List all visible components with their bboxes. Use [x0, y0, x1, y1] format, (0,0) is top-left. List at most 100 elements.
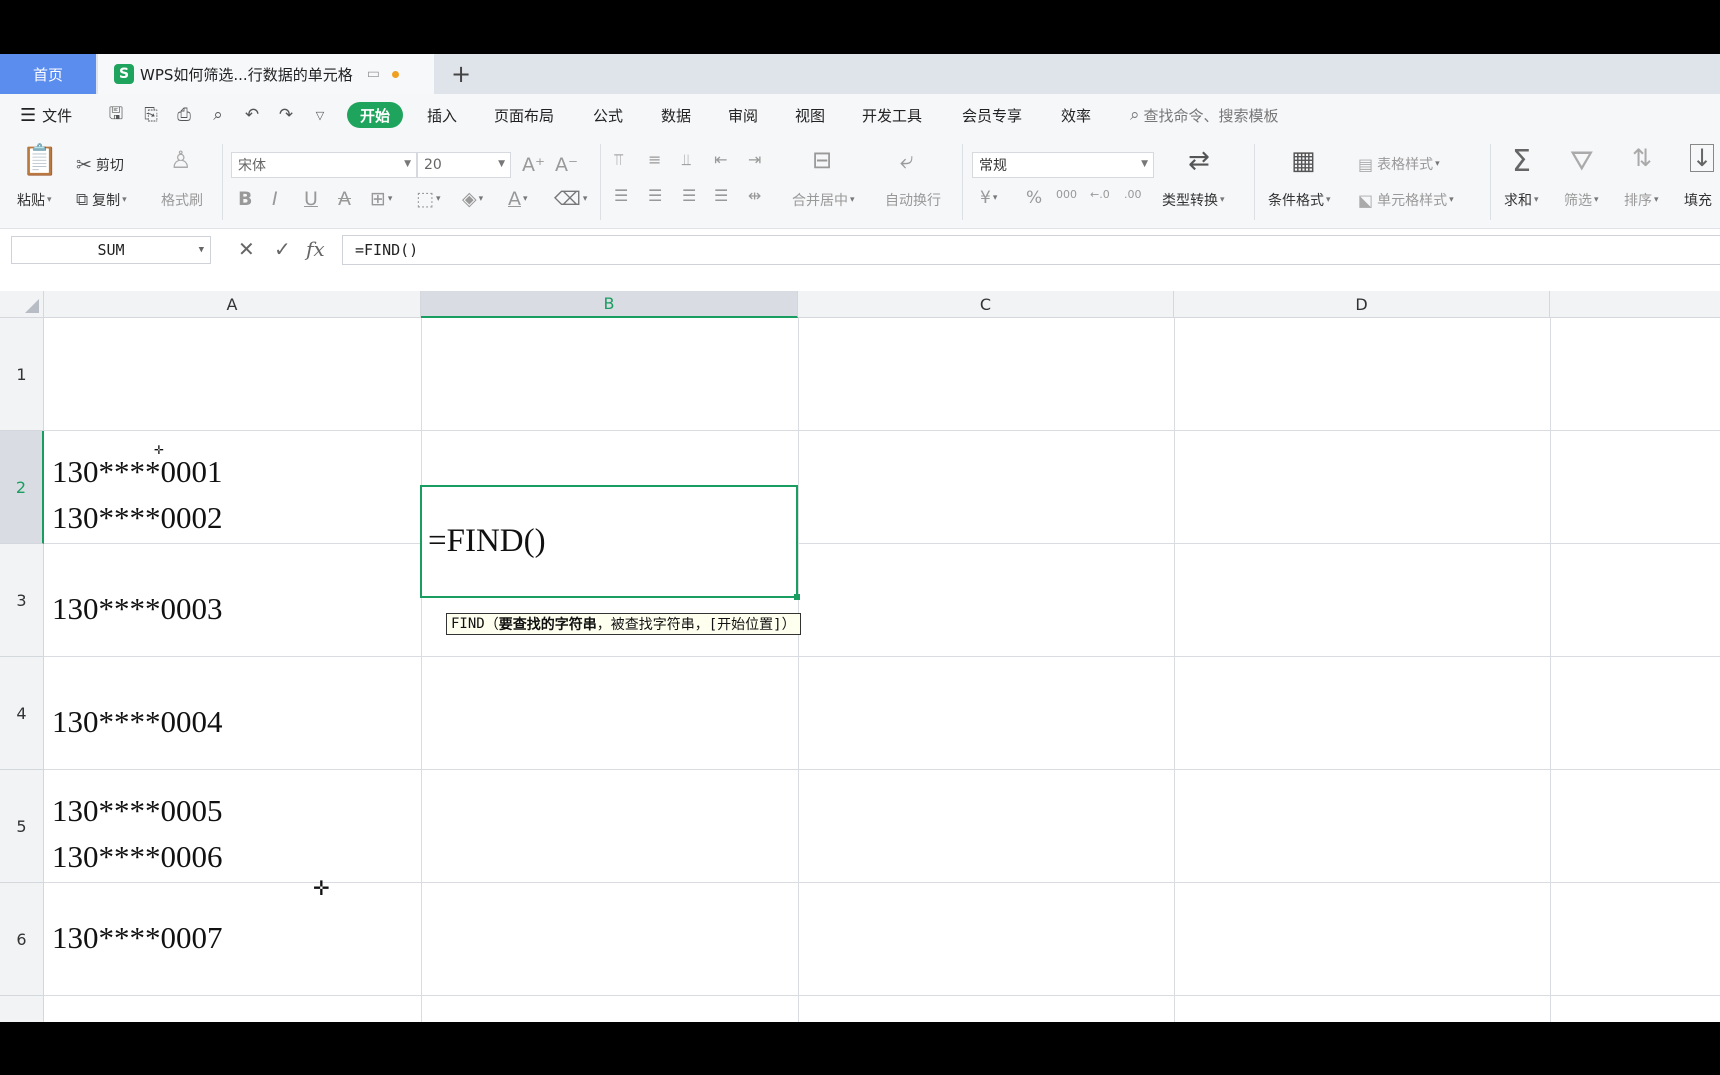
sort-button[interactable]: 排序 ▾: [1624, 190, 1659, 210]
format-painter-label[interactable]: 格式刷: [161, 190, 203, 210]
monitor-icon[interactable]: ▭: [367, 66, 380, 82]
row-header-7[interactable]: [0, 996, 44, 1022]
thousands-separator-icon[interactable]: 000: [1056, 188, 1077, 201]
eraser-icon[interactable]: ⌫ ▾: [554, 188, 587, 210]
cell-style-button[interactable]: ⬕ 单元格样式 ▾: [1358, 190, 1454, 210]
filter-icon[interactable]: ⛛: [1570, 144, 1594, 178]
menu-tab-member[interactable]: 会员专享: [962, 94, 1022, 136]
conditional-format-button[interactable]: 条件格式 ▾: [1268, 190, 1331, 210]
sort-icon[interactable]: ⇅: [1632, 144, 1652, 172]
merge-center-button[interactable]: 合并居中 ▾: [792, 190, 855, 210]
merge-center-icon[interactable]: ⊟: [812, 146, 832, 174]
row-header-3[interactable]: 3: [0, 544, 44, 657]
cell-a3[interactable]: 130****0003: [52, 586, 223, 632]
formula-input[interactable]: =FIND(): [342, 235, 1720, 265]
align-right-icon[interactable]: ☰: [682, 186, 696, 205]
fill-icon[interactable]: ↓: [1690, 144, 1714, 172]
menu-tab-page-layout[interactable]: 页面布局: [494, 94, 554, 136]
name-box[interactable]: SUM ▼: [11, 236, 211, 264]
quick-access-dropdown-icon[interactable]: ▽: [309, 104, 331, 126]
paste-button[interactable]: 📋: [20, 142, 60, 178]
font-size-select[interactable]: 20 ▼: [417, 152, 511, 178]
cut-button[interactable]: ✂ 剪切: [76, 154, 124, 176]
file-menu[interactable]: ☰ 文件: [20, 94, 72, 136]
column-header-c[interactable]: C: [798, 291, 1174, 318]
underline-icon[interactable]: U: [304, 188, 318, 210]
save-icon[interactable]: 🖫: [105, 104, 127, 126]
paste-label[interactable]: 粘贴 ▾: [17, 190, 52, 210]
wrap-text-icon[interactable]: ⤶: [900, 146, 913, 174]
new-tab-button[interactable]: +: [446, 54, 476, 94]
print-preview-icon[interactable]: ⌕: [207, 104, 229, 126]
italic-icon[interactable]: I: [272, 188, 278, 210]
distribute-icon[interactable]: ⇹: [748, 186, 761, 205]
menu-tab-efficiency[interactable]: 效率: [1061, 94, 1091, 136]
row-header-2[interactable]: 2: [0, 431, 44, 544]
redo-icon[interactable]: ↷: [275, 104, 297, 126]
undo-icon[interactable]: ↶: [241, 104, 263, 126]
column-header-a[interactable]: A: [44, 291, 421, 318]
align-bottom-icon[interactable]: ⫫: [682, 150, 691, 170]
tab-document[interactable]: S WPS如何筛选...行数据的单元格 ▭: [98, 54, 434, 94]
column-header-d[interactable]: D: [1174, 291, 1550, 318]
command-search[interactable]: ⌕ 查找命令、搜索模板: [1130, 94, 1279, 136]
cancel-icon[interactable]: ✕: [238, 237, 255, 261]
row-header-1[interactable]: 1: [0, 318, 44, 431]
menu-tab-insert[interactable]: 插入: [427, 94, 457, 136]
format-painter-icon[interactable]: ♙: [170, 146, 192, 174]
border-icon[interactable]: ⊞ ▾: [370, 188, 392, 210]
justify-icon[interactable]: ☰: [714, 186, 728, 205]
table-style-button[interactable]: ▤ 表格样式 ▾: [1358, 154, 1440, 174]
row-header-5[interactable]: 5: [0, 770, 44, 883]
column-header-e[interactable]: [1550, 291, 1720, 318]
cell-a4[interactable]: 130****0004: [52, 699, 223, 745]
increase-decimal-icon[interactable]: ←.0: [1090, 188, 1110, 201]
export-icon[interactable]: ⎘: [140, 104, 162, 126]
fill-handle[interactable]: [794, 594, 800, 600]
cell-a5[interactable]: 130****0005 130****0006: [52, 788, 223, 880]
increase-font-icon[interactable]: A⁺: [522, 154, 545, 176]
confirm-icon[interactable]: ✓: [274, 237, 291, 261]
conditional-format-icon[interactable]: ▦: [1291, 146, 1316, 176]
fill-button[interactable]: 填充: [1684, 190, 1712, 210]
sum-button[interactable]: 求和 ▾: [1504, 190, 1539, 210]
indent-decrease-icon[interactable]: ⇤: [714, 150, 727, 169]
menu-tab-view[interactable]: 视图: [795, 94, 825, 136]
menu-tab-formula[interactable]: 公式: [593, 94, 623, 136]
indent-increase-icon[interactable]: ⇥: [748, 150, 761, 169]
copy-button[interactable]: ⧉ 复制 ▾: [76, 190, 127, 210]
menu-tab-review[interactable]: 审阅: [728, 94, 758, 136]
sum-icon[interactable]: Σ: [1512, 144, 1531, 179]
font-color-icon[interactable]: A ▾: [508, 188, 528, 210]
row-header-6[interactable]: 6: [0, 883, 44, 996]
align-top-icon[interactable]: ⫪: [614, 150, 623, 170]
print-icon[interactable]: ⎙: [173, 104, 195, 126]
menu-tab-developer[interactable]: 开发工具: [862, 94, 922, 136]
active-cell-b2[interactable]: =FIND(): [420, 485, 798, 598]
cell-a2[interactable]: 130****0001 130****0002: [52, 449, 223, 541]
align-middle-icon[interactable]: ≡: [648, 150, 661, 169]
number-format-select[interactable]: 常规 ▼: [972, 152, 1154, 178]
align-center-icon[interactable]: ☰: [648, 186, 662, 205]
cell-a6[interactable]: 130****0007: [52, 915, 223, 961]
fill-style-icon[interactable]: ⬚ ▾: [416, 188, 440, 210]
wrap-text-button[interactable]: 自动换行: [885, 190, 941, 210]
align-left-icon[interactable]: ☰: [614, 186, 628, 205]
filter-button[interactable]: 筛选 ▾: [1564, 190, 1599, 210]
strikethrough-icon[interactable]: A: [338, 188, 351, 210]
decrease-decimal-icon[interactable]: .00: [1124, 188, 1142, 201]
tab-home[interactable]: 首页: [0, 54, 96, 94]
select-all-corner[interactable]: [0, 291, 44, 318]
type-convert-icon[interactable]: ⇄: [1188, 146, 1210, 176]
menu-tab-home[interactable]: 开始: [347, 102, 404, 128]
menu-tab-data[interactable]: 数据: [661, 94, 691, 136]
currency-icon[interactable]: ¥ ▾: [980, 188, 997, 208]
row-header-4[interactable]: 4: [0, 657, 44, 770]
bold-icon[interactable]: B: [238, 188, 252, 210]
column-header-b[interactable]: B: [421, 291, 798, 318]
type-convert-button[interactable]: 类型转换 ▾: [1162, 190, 1225, 210]
decrease-font-icon[interactable]: A⁻: [555, 154, 578, 176]
percent-icon[interactable]: %: [1026, 188, 1042, 208]
fill-color-icon[interactable]: ◈ ▾: [462, 188, 483, 210]
font-name-select[interactable]: 宋体 ▼: [231, 152, 417, 178]
